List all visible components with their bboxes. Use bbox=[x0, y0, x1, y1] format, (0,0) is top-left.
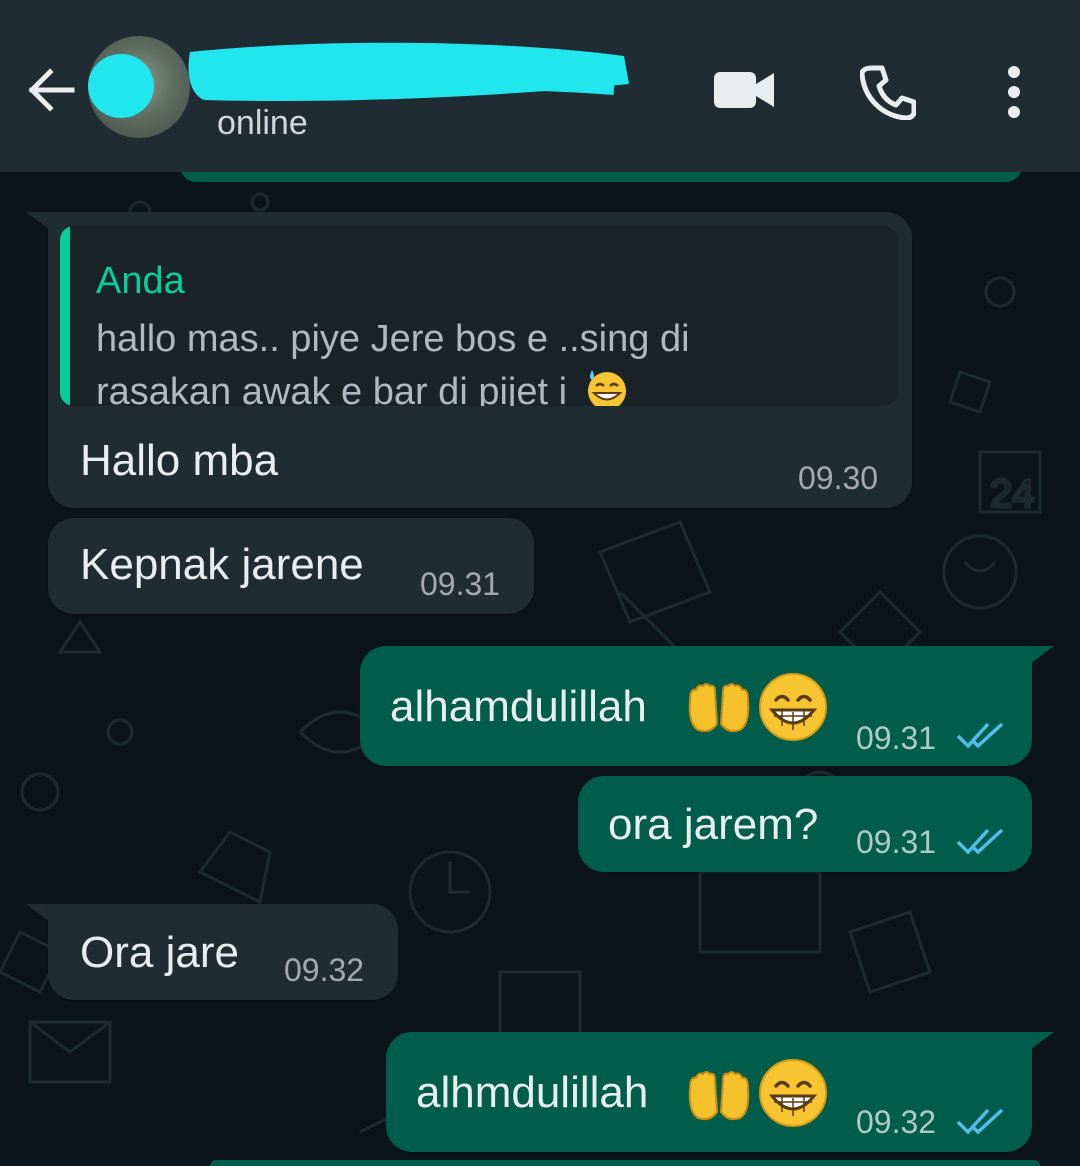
contact-avatar[interactable] bbox=[88, 36, 190, 138]
message-time: 09.32 bbox=[856, 1104, 937, 1140]
incoming-message[interactable]: Ora jare 09.32 bbox=[48, 904, 398, 1000]
name-redaction-scribble bbox=[188, 42, 629, 102]
message-text: Kepnak jarene bbox=[80, 540, 364, 589]
read-receipt-icon bbox=[956, 1108, 1004, 1135]
voice-call-icon[interactable] bbox=[860, 64, 916, 120]
back-arrow-icon[interactable] bbox=[22, 62, 78, 118]
quote-text-line: rasakan awak e bar di pijet i bbox=[96, 366, 630, 406]
outgoing-message[interactable]: alhamdulillah 09.31 bbox=[360, 646, 1032, 766]
message-text: ora jarem? bbox=[608, 800, 819, 849]
beaming-face-emoji bbox=[759, 673, 827, 741]
message-text: alhamdulillah bbox=[390, 682, 647, 731]
quote-author: Anda bbox=[96, 260, 185, 302]
quote-text-line: hallo mas.. piye Jere bos e ..sing di bbox=[96, 318, 690, 360]
message-time: 09.31 bbox=[856, 720, 937, 756]
incoming-message[interactable]: Anda hallo mas.. piye Jere bos e ..sing … bbox=[48, 212, 912, 508]
message-text: Hallo mba bbox=[80, 436, 279, 485]
read-receipt-icon bbox=[956, 828, 1004, 855]
video-call-icon[interactable] bbox=[712, 68, 776, 112]
quote-accent-bar bbox=[60, 226, 70, 406]
outgoing-message[interactable]: ora jarem? 09.31 bbox=[578, 776, 1032, 872]
contact-status: online bbox=[217, 104, 308, 142]
beaming-face-emoji bbox=[759, 1059, 827, 1127]
more-options-icon[interactable] bbox=[1000, 64, 1028, 120]
svg-text:24: 24 bbox=[990, 472, 1035, 516]
message-time: 09.32 bbox=[284, 952, 365, 988]
incoming-message[interactable]: Kepnak jarene 09.31 bbox=[48, 518, 534, 614]
read-receipt-icon bbox=[956, 722, 1004, 749]
palms-up-together-emoji bbox=[688, 683, 750, 733]
grinning-sweat-emoji bbox=[587, 370, 626, 406]
avatar-redaction bbox=[88, 54, 154, 118]
palms-up-together-emoji bbox=[688, 1071, 750, 1121]
next-message-edge bbox=[210, 1160, 1040, 1166]
outgoing-message[interactable]: alhmdulillah 09.32 bbox=[386, 1032, 1032, 1152]
chat-header: Iddan Calama... online bbox=[0, 0, 1080, 172]
message-text: alhmdulillah bbox=[416, 1068, 649, 1117]
message-time: 09.31 bbox=[856, 824, 937, 860]
message-time: 09.30 bbox=[798, 460, 879, 496]
quoted-message[interactable]: Anda hallo mas.. piye Jere bos e ..sing … bbox=[60, 226, 898, 406]
message-time: 09.31 bbox=[420, 566, 501, 602]
message-text: Ora jare bbox=[80, 928, 239, 977]
